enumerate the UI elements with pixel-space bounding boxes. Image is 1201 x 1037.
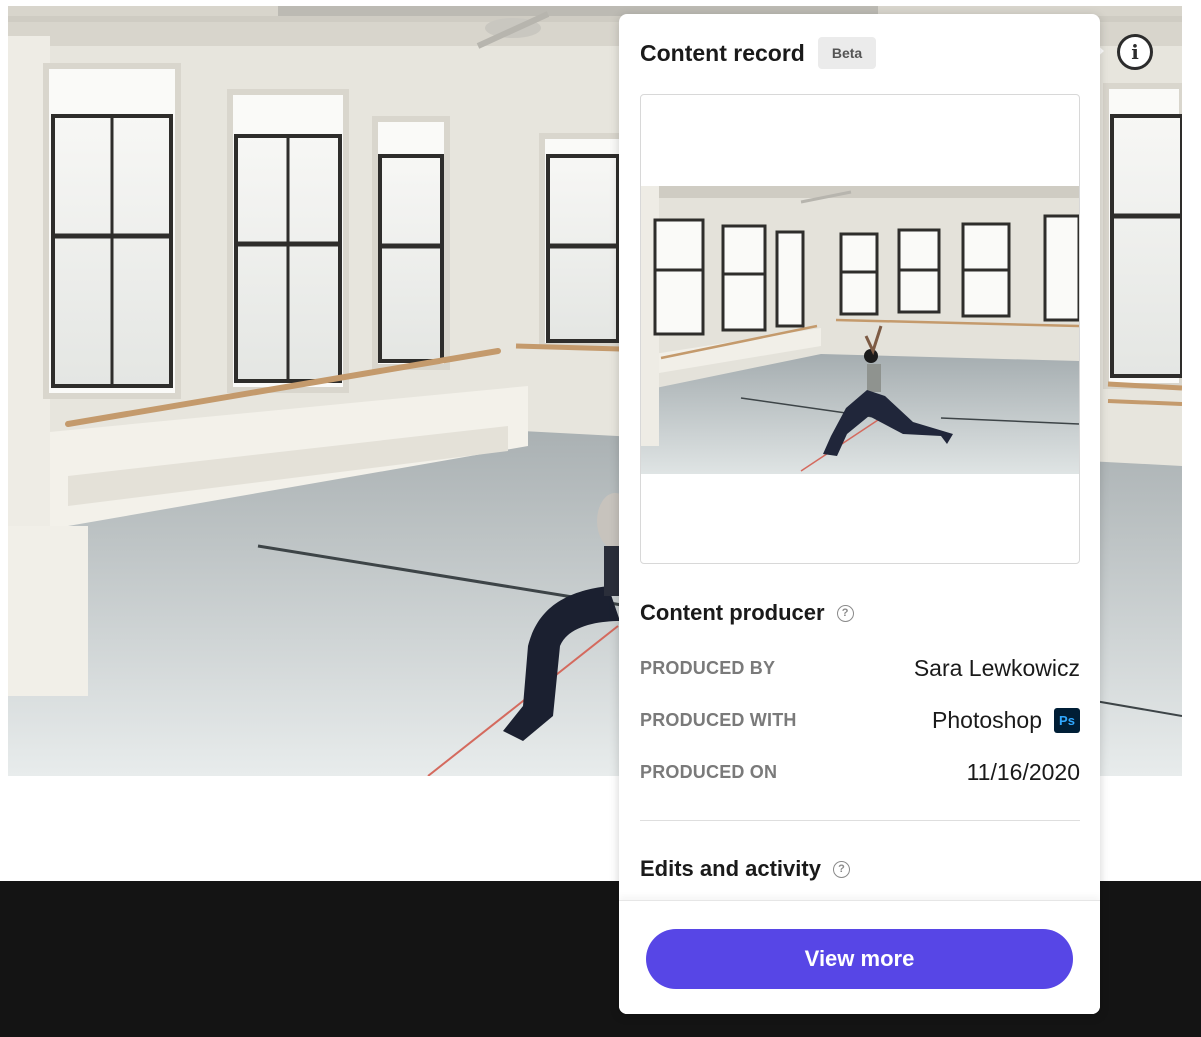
produced-with-row: PRODUCED WITH Photoshop Ps bbox=[640, 707, 1080, 734]
produced-by-value: Sara Lewkowicz bbox=[913, 655, 1080, 681]
panel-header: Content record Beta bbox=[640, 37, 877, 69]
view-more-button[interactable]: View more bbox=[646, 929, 1073, 989]
edits-activity-heading: Edits and activity ? bbox=[640, 856, 850, 882]
panel-title: Content record bbox=[640, 39, 805, 66]
produced-with-value: Photoshop Ps bbox=[932, 707, 1080, 734]
produced-by-row: PRODUCED BY Sara Lewkowicz bbox=[640, 655, 1080, 682]
beta-badge: Beta bbox=[817, 37, 877, 69]
content-producer-help-icon[interactable]: ? bbox=[836, 604, 854, 622]
content-producer-title: Content producer bbox=[640, 600, 825, 625]
produced-with-label: PRODUCED WITH bbox=[640, 710, 797, 730]
content-thumbnail bbox=[640, 94, 1080, 564]
info-glyph: i bbox=[1131, 40, 1139, 64]
info-icon[interactable]: i bbox=[1117, 34, 1153, 70]
panel-footer: View more bbox=[619, 900, 1100, 1014]
produced-on-row: PRODUCED ON 11/16/2020 bbox=[640, 759, 1080, 786]
produced-by-label: PRODUCED BY bbox=[640, 658, 776, 678]
thumbnail-image bbox=[641, 186, 1079, 474]
edits-activity-title: Edits and activity bbox=[640, 856, 821, 881]
produced-on-value: 11/16/2020 bbox=[966, 759, 1080, 785]
edits-activity-help-icon[interactable]: ? bbox=[832, 860, 850, 878]
content-producer-heading: Content producer ? bbox=[640, 600, 854, 626]
section-divider bbox=[640, 820, 1080, 821]
produced-with-app-name: Photoshop bbox=[932, 707, 1042, 733]
content-record-panel: Content record Beta Content producer ? P… bbox=[619, 14, 1100, 1014]
photoshop-icon: Ps bbox=[1054, 708, 1080, 733]
produced-on-label: PRODUCED ON bbox=[640, 762, 778, 782]
